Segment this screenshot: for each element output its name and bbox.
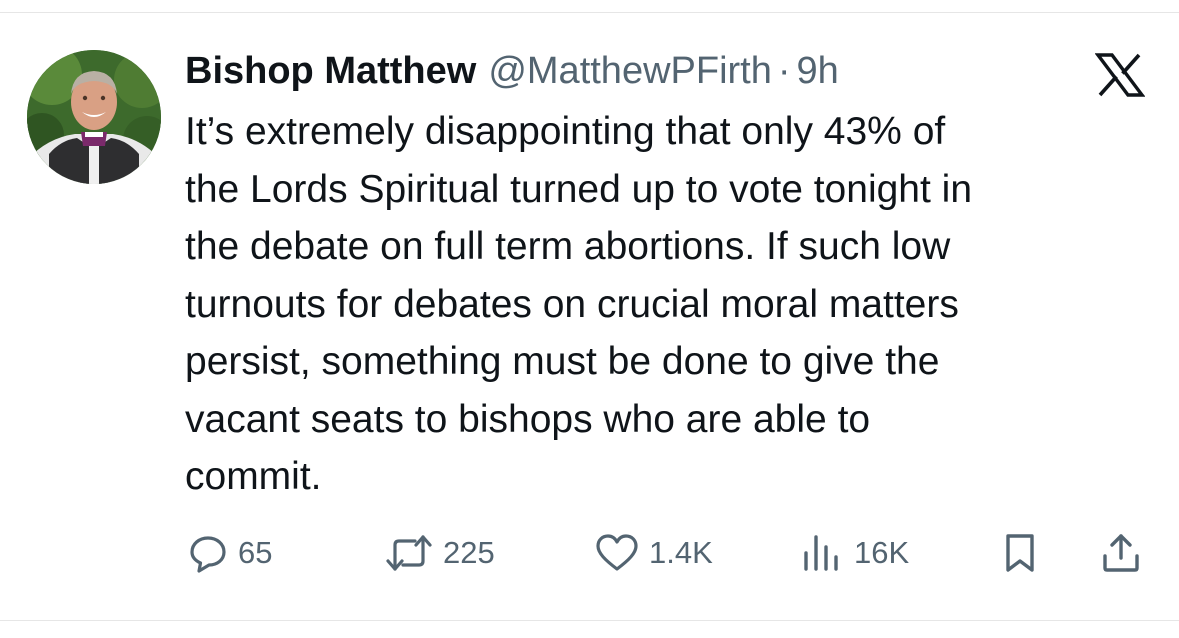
avatar[interactable] [27,50,161,184]
author-handle[interactable]: @MatthewPFirth [488,48,772,94]
reply-count: 65 [238,535,273,570]
like-button[interactable]: 1.4K [595,528,713,578]
retweet-count: 225 [443,535,495,570]
tweet-text: It’s extremely disappointing that only 4… [185,110,973,498]
tweet-timestamp[interactable]: 9h [797,48,839,94]
x-logo-icon [1094,53,1146,97]
tweet-header: Bishop Matthew @MatthewPFirth · 9h [185,48,839,96]
author-display-name[interactable]: Bishop Matthew [185,48,476,94]
bookmark-button[interactable] [1000,528,1040,578]
view-count: 16K [854,535,910,570]
bookmark-icon [1000,532,1040,574]
share-button[interactable] [1100,528,1142,578]
like-count: 1.4K [649,535,713,570]
reply-button[interactable]: 65 [188,528,272,578]
tweet-actions: 65 225 1.4K 16K [185,528,1145,578]
views-icon [800,533,844,573]
heart-icon [595,533,639,573]
header-separator: · [777,50,791,92]
tweet-card[interactable]: Bishop Matthew @MatthewPFirth · 9h It’s … [0,0,1179,638]
retweet-button[interactable]: 225 [385,528,495,578]
share-icon [1100,532,1142,574]
reply-icon [188,533,228,573]
avatar-photo [27,50,161,184]
views-button[interactable]: 16K [800,528,909,578]
bottom-divider [0,620,1179,621]
retweet-icon [385,533,433,573]
